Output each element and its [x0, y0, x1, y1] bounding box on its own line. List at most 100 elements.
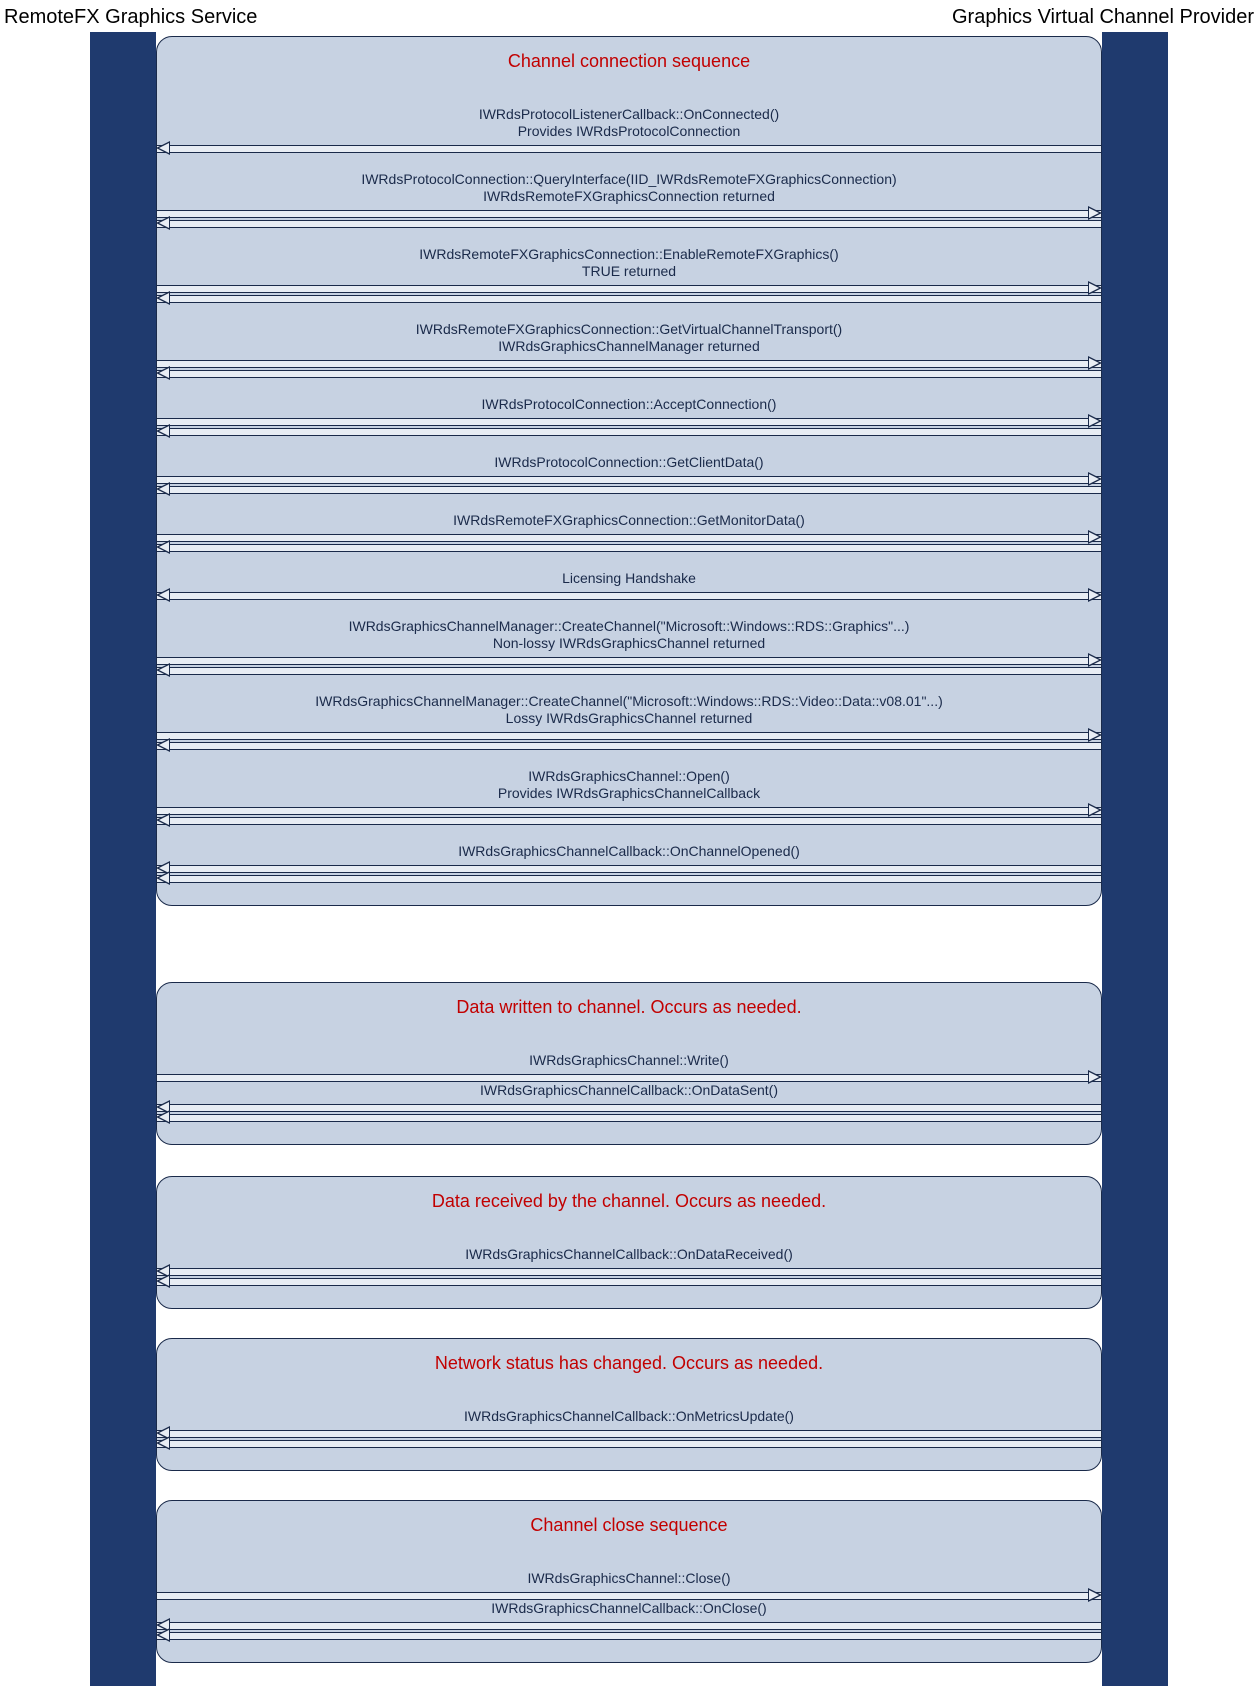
message-text: IWRdsGraphicsChannelCallback::OnDataSent…: [157, 1082, 1101, 1098]
message-labels: IWRdsRemoteFXGraphicsConnection::GetMoni…: [157, 512, 1101, 532]
message-labels: IWRdsProtocolConnection::AcceptConnectio…: [157, 396, 1101, 416]
message-text: Provides IWRdsGraphicsChannelCallback: [157, 785, 1101, 801]
message-step: IWRdsRemoteFXGraphicsConnection::GetVirt…: [157, 321, 1101, 378]
message-text: Provides IWRdsProtocolConnection: [157, 123, 1101, 139]
participant-right-label: Graphics Virtual Channel Provider: [952, 6, 1254, 28]
arrow-left-icon: [157, 1102, 1101, 1112]
message-step: IWRdsGraphicsChannelManager::CreateChann…: [157, 618, 1101, 675]
message-step: IWRdsRemoteFXGraphicsConnection::GetMoni…: [157, 512, 1101, 552]
arrow-right-icon: [157, 532, 1101, 542]
message-step: IWRdsGraphicsChannel::Open()Provides IWR…: [157, 768, 1101, 825]
fragment-box: Channel connection sequence IWRdsProtocol…: [156, 36, 1102, 906]
fragment-title: Channel close sequence: [157, 1511, 1101, 1552]
message-step: IWRdsGraphicsChannelCallback::OnMetricsU…: [157, 1408, 1101, 1448]
message-text: IWRdsRemoteFXGraphicsConnection::GetVirt…: [157, 321, 1101, 337]
message-labels: IWRdsProtocolConnection::GetClientData(): [157, 454, 1101, 474]
sequence-diagram: RemoteFX Graphics Service Graphics Virtu…: [0, 0, 1258, 1698]
message-labels: IWRdsGraphicsChannelCallback::OnDataRece…: [157, 1246, 1101, 1266]
message-text: IWRdsGraphicsChannelManager::CreateChann…: [157, 693, 1101, 709]
arrow-left-icon: [157, 1266, 1101, 1276]
message-step: IWRdsGraphicsChannelCallback::OnClose(): [157, 1600, 1101, 1640]
arrow-left-icon: [157, 1620, 1101, 1630]
message-step: IWRdsGraphicsChannel::Close(): [157, 1570, 1101, 1600]
arrow-right-icon: [157, 805, 1101, 815]
arrow-left-icon: [157, 873, 1101, 883]
fragment: Data written to channel. Occurs as neede…: [156, 982, 1102, 1145]
fragment: Channel connection sequence IWRdsProtocol…: [156, 36, 1102, 906]
message-step: IWRdsProtocolConnection::GetClientData(): [157, 454, 1101, 494]
fragment: Network status has changed. Occurs as ne…: [156, 1338, 1102, 1471]
message-text: IWRdsGraphicsChannelCallback::OnMetricsU…: [157, 1408, 1101, 1424]
message-text: IWRdsGraphicsChannelCallback::OnClose(): [157, 1600, 1101, 1616]
message-text: IWRdsProtocolConnection::QueryInterface(…: [157, 171, 1101, 187]
fragment-box: Data written to channel. Occurs as neede…: [156, 982, 1102, 1145]
message-step: IWRdsProtocolListenerCallback::OnConnect…: [157, 106, 1101, 153]
message-text: IWRdsGraphicsChannel::Open(): [157, 768, 1101, 784]
message-labels: Licensing Handshake: [157, 570, 1101, 590]
message-text: IWRdsGraphicsChannelCallback::OnChannelO…: [157, 843, 1101, 859]
arrow-bidirectional-icon: [157, 590, 1101, 600]
arrow-right-icon: [157, 208, 1101, 218]
fragment-title: Network status has changed. Occurs as ne…: [157, 1349, 1101, 1390]
message-labels: IWRdsGraphicsChannelCallback::OnDataSent…: [157, 1082, 1101, 1102]
arrow-left-icon: [157, 1630, 1101, 1640]
message-labels: IWRdsGraphicsChannel::Write(): [157, 1052, 1101, 1072]
arrow-left-icon: [157, 542, 1101, 552]
message-text: IWRdsProtocolListenerCallback::OnConnect…: [157, 106, 1101, 122]
message-step: IWRdsProtocolConnection::AcceptConnectio…: [157, 396, 1101, 436]
arrow-left-icon: [157, 665, 1101, 675]
message-step: IWRdsProtocolConnection::QueryInterface(…: [157, 171, 1101, 228]
arrow-right-icon: [157, 730, 1101, 740]
arrow-left-icon: [157, 484, 1101, 494]
message-text: TRUE returned: [157, 263, 1101, 279]
message-text: IWRdsRemoteFXGraphicsConnection::GetMoni…: [157, 512, 1101, 528]
arrow-left-icon: [157, 740, 1101, 750]
participant-left-label: RemoteFX Graphics Service: [4, 6, 257, 28]
arrow-left-icon: [157, 426, 1101, 436]
arrow-left-icon: [157, 1438, 1101, 1448]
message-text: IWRdsGraphicsChannelManager returned: [157, 338, 1101, 354]
arrow-right-icon: [157, 655, 1101, 665]
arrow-left-icon: [157, 1276, 1101, 1286]
fragment-box: Network status has changed. Occurs as ne…: [156, 1338, 1102, 1471]
message-labels: IWRdsProtocolConnection::QueryInterface(…: [157, 171, 1101, 208]
message-labels: IWRdsGraphicsChannelManager::CreateChann…: [157, 618, 1101, 655]
fragment-title: Data received by the channel. Occurs as …: [157, 1187, 1101, 1228]
message-step: IWRdsGraphicsChannelCallback::OnDataRece…: [157, 1246, 1101, 1286]
message-text: Lossy IWRdsGraphicsChannel returned: [157, 710, 1101, 726]
fragment-title: Data written to channel. Occurs as neede…: [157, 993, 1101, 1034]
fragment-title: Channel connection sequence: [157, 47, 1101, 88]
fragment: Channel close sequence IWRdsGraphicsChann…: [156, 1500, 1102, 1663]
arrow-right-icon: [157, 416, 1101, 426]
message-text: IWRdsGraphicsChannelManager::CreateChann…: [157, 618, 1101, 634]
arrow-right-icon: [157, 1590, 1101, 1600]
arrow-right-icon: [157, 283, 1101, 293]
message-labels: IWRdsGraphicsChannelManager::CreateChann…: [157, 693, 1101, 730]
message-text: Non-lossy IWRdsGraphicsChannel returned: [157, 635, 1101, 651]
message-step: IWRdsGraphicsChannel::Write(): [157, 1052, 1101, 1082]
arrow-left-icon: [157, 863, 1101, 873]
message-text: IWRdsRemoteFXGraphicsConnection returned: [157, 188, 1101, 204]
message-labels: IWRdsGraphicsChannel::Close(): [157, 1570, 1101, 1590]
message-step: IWRdsGraphicsChannelCallback::OnChannelO…: [157, 843, 1101, 883]
arrow-left-icon: [157, 815, 1101, 825]
message-step: IWRdsGraphicsChannelManager::CreateChann…: [157, 693, 1101, 750]
message-labels: IWRdsGraphicsChannel::Open()Provides IWR…: [157, 768, 1101, 805]
fragment: Data received by the channel. Occurs as …: [156, 1176, 1102, 1309]
arrow-left-icon: [157, 1428, 1101, 1438]
message-labels: IWRdsGraphicsChannelCallback::OnChannelO…: [157, 843, 1101, 863]
message-step: IWRdsGraphicsChannelCallback::OnDataSent…: [157, 1082, 1101, 1122]
message-labels: IWRdsRemoteFXGraphicsConnection::EnableR…: [157, 246, 1101, 283]
lifeline-left: [90, 32, 156, 1686]
fragment-box: Channel close sequence IWRdsGraphicsChann…: [156, 1500, 1102, 1663]
fragment-box: Data received by the channel. Occurs as …: [156, 1176, 1102, 1309]
message-text: IWRdsRemoteFXGraphicsConnection::EnableR…: [157, 246, 1101, 262]
message-text: IWRdsGraphicsChannel::Close(): [157, 1570, 1101, 1586]
message-labels: IWRdsGraphicsChannelCallback::OnMetricsU…: [157, 1408, 1101, 1428]
arrow-right-icon: [157, 474, 1101, 484]
message-step: IWRdsRemoteFXGraphicsConnection::EnableR…: [157, 246, 1101, 303]
message-labels: IWRdsProtocolListenerCallback::OnConnect…: [157, 106, 1101, 143]
arrow-left-icon: [157, 368, 1101, 378]
message-text: IWRdsGraphicsChannel::Write(): [157, 1052, 1101, 1068]
message-text: IWRdsProtocolConnection::GetClientData(): [157, 454, 1101, 470]
